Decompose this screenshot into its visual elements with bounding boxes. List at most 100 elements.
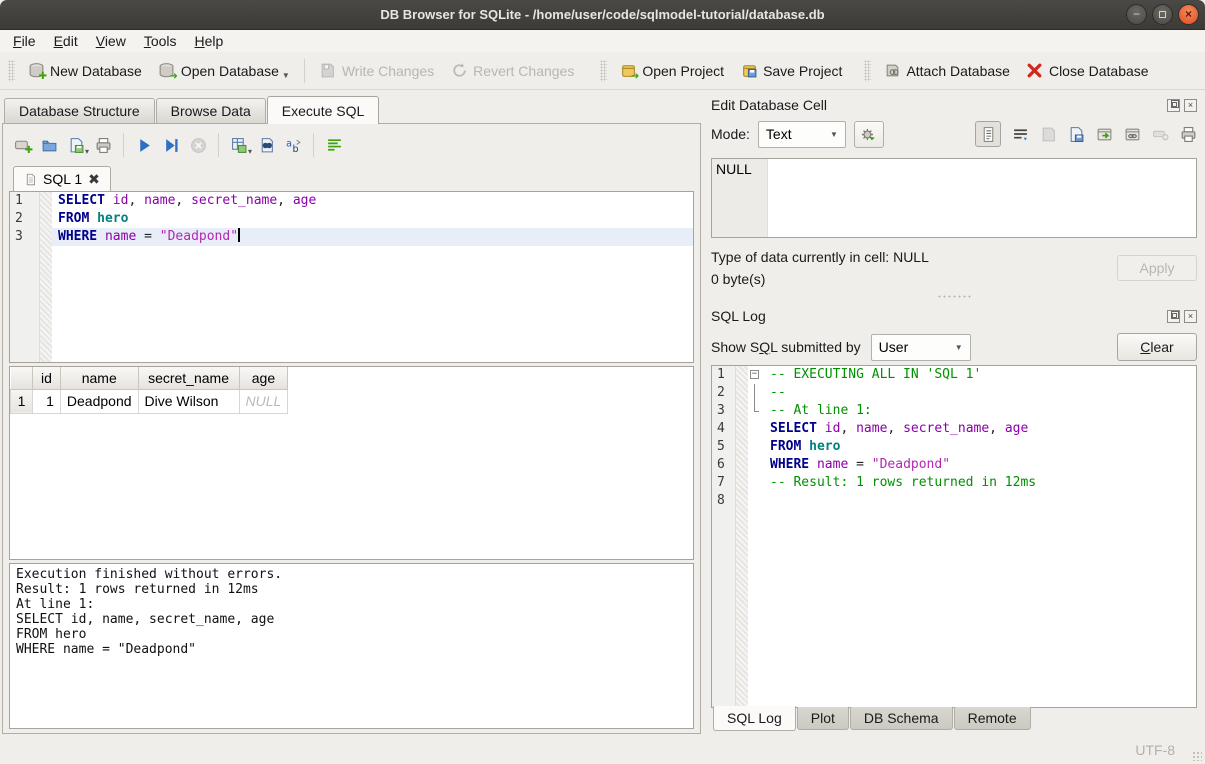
fold-margin-cell: [736, 420, 748, 438]
open-project-button[interactable]: ➜ Open Project: [611, 57, 732, 85]
menu-item-tools[interactable]: Tools: [135, 31, 186, 51]
code-line[interactable]: 6WHERE name = "Deadpond": [712, 456, 1196, 474]
table-cell[interactable]: Deadpond: [60, 389, 138, 413]
cell-value-gutter: NULL: [712, 159, 768, 237]
attach-database-icon: [883, 62, 901, 80]
fold-margin-cell: [736, 402, 748, 420]
minimize-button[interactable]: −: [1126, 4, 1147, 25]
table-cell[interactable]: 1: [33, 389, 61, 413]
word-wrap-icon[interactable]: [325, 136, 343, 154]
toolbar-handle[interactable]: [8, 60, 15, 82]
fold-marker[interactable]: [748, 384, 764, 402]
sql-doc-tab[interactable]: SQL 1 ✖: [13, 166, 111, 191]
tab-sql-log[interactable]: SQL Log: [713, 706, 796, 731]
tab-remote[interactable]: Remote: [954, 707, 1031, 730]
save-sql-file-icon[interactable]: ▾: [67, 136, 85, 154]
attach-database-button[interactable]: Attach Database: [875, 57, 1018, 85]
row-number-cell[interactable]: 1: [11, 389, 33, 413]
execute-current-line-icon[interactable]: [162, 136, 180, 154]
toolbar-handle[interactable]: [600, 60, 607, 82]
close-dock-icon[interactable]: ×: [1184, 99, 1197, 112]
print-cell-icon[interactable]: [1179, 125, 1197, 143]
code-line[interactable]: 3-- At line 1:: [712, 402, 1196, 420]
clear-log-button[interactable]: Clear: [1117, 333, 1197, 361]
main-area: Database Structure Browse Data Execute S…: [0, 90, 1205, 735]
fold-marker[interactable]: −: [748, 366, 764, 384]
word-wrap-cell-icon[interactable]: [1011, 125, 1029, 143]
float-dock-icon[interactable]: [1167, 310, 1180, 323]
code-line[interactable]: 7-- Result: 1 rows returned in 12ms: [712, 474, 1196, 492]
tab-db-schema[interactable]: DB Schema: [850, 707, 953, 730]
save-sql-dropdown-icon[interactable]: ▾: [85, 147, 89, 156]
tab-execute-sql[interactable]: Execute SQL: [267, 96, 380, 124]
sql-doc-tab-close-icon[interactable]: ✖: [88, 173, 100, 185]
titlebar[interactable]: DB Browser for SQLite - /home/user/code/…: [0, 0, 1205, 30]
dock-splitter[interactable]: [711, 290, 1197, 303]
code-line[interactable]: 1SELECT id, name, secret_name, age: [10, 192, 693, 210]
export-data-icon[interactable]: [1067, 125, 1085, 143]
maximize-button[interactable]: [1152, 4, 1173, 25]
column-header-age[interactable]: age: [239, 367, 288, 389]
find-replace-icon[interactable]: [257, 136, 275, 154]
fold-marker[interactable]: [748, 402, 764, 420]
line-number: 3: [10, 228, 40, 246]
line-number: 2: [10, 210, 40, 228]
toolbar-handle[interactable]: [864, 60, 871, 82]
sql-log-view[interactable]: 1−-- EXECUTING ALL IN 'SQL 1'2--3-- At l…: [711, 365, 1197, 708]
fold-margin-cell: [736, 492, 748, 510]
column-header-secret_name[interactable]: secret_name: [138, 367, 239, 389]
menu-item-edit[interactable]: Edit: [45, 31, 87, 51]
auto-mode-button[interactable]: [854, 121, 884, 148]
open-database-button[interactable]: ➜ Open Database ▼: [150, 57, 298, 85]
close-database-button[interactable]: Close Database: [1018, 57, 1157, 85]
menu-item-file[interactable]: File: [4, 31, 45, 51]
tab-browse-data[interactable]: Browse Data: [156, 98, 266, 123]
cell-value-editor[interactable]: NULL: [711, 158, 1197, 238]
tab-database-structure[interactable]: Database Structure: [4, 98, 155, 123]
new-sql-tab-icon[interactable]: ✚: [13, 136, 31, 154]
open-sql-file-icon[interactable]: [40, 136, 58, 154]
column-header-name[interactable]: name: [60, 367, 138, 389]
code-line[interactable]: 8: [712, 492, 1196, 510]
code-line[interactable]: 2--: [712, 384, 1196, 402]
row-number-header[interactable]: [11, 367, 33, 389]
save-results-icon[interactable]: ▾: [230, 136, 248, 154]
table-cell[interactable]: Dive Wilson: [138, 389, 239, 413]
close-button[interactable]: ×: [1178, 4, 1199, 25]
sql-toolbar: ✚ ▾: [9, 128, 694, 162]
save-results-dropdown-icon[interactable]: ▾: [248, 147, 252, 156]
execute-all-icon[interactable]: [135, 136, 153, 154]
format-sql-icon[interactable]: ab: [284, 136, 302, 154]
execute-sql-pane: ✚ ▾: [2, 123, 701, 734]
save-project-button[interactable]: Save Project: [732, 57, 850, 85]
cell-value-area[interactable]: [768, 159, 1196, 237]
revert-changes-icon: [450, 62, 468, 80]
code-line[interactable]: 2FROM hero: [10, 210, 693, 228]
code-line[interactable]: 5FROM hero: [712, 438, 1196, 456]
table-cell[interactable]: NULL: [239, 389, 288, 413]
menu-item-view[interactable]: View: [87, 31, 135, 51]
code-line[interactable]: 1−-- EXECUTING ALL IN 'SQL 1': [712, 366, 1196, 384]
copy-link-icon[interactable]: [1123, 125, 1141, 143]
new-database-button[interactable]: ✚ New Database: [19, 57, 150, 85]
resize-grip[interactable]: [1192, 751, 1202, 761]
sql-log-filter-select[interactable]: User ▼: [871, 334, 971, 361]
open-database-dropdown-icon[interactable]: ▼: [282, 71, 290, 80]
sql-editor[interactable]: 1SELECT id, name, secret_name, age2FROM …: [9, 191, 694, 363]
toolbar-separator: [304, 59, 305, 83]
column-header-id[interactable]: id: [33, 367, 61, 389]
mode-select[interactable]: Text ▼: [758, 121, 846, 148]
menu-item-help[interactable]: Help: [186, 31, 233, 51]
text-view-icon[interactable]: [975, 121, 1001, 147]
cell-info-row: Type of data currently in cell: NULL 0 b…: [711, 246, 1197, 290]
code-line[interactable]: 4SELECT id, name, secret_name, age: [712, 420, 1196, 438]
float-dock-icon[interactable]: [1167, 99, 1180, 112]
execution-message-box[interactable]: Execution finished without errors. Resul…: [9, 563, 694, 729]
tab-plot[interactable]: Plot: [797, 707, 849, 730]
code-line[interactable]: 3WHERE name = "Deadpond": [10, 228, 693, 246]
close-dock-icon[interactable]: ×: [1184, 310, 1197, 323]
print-sql-icon[interactable]: [94, 136, 112, 154]
open-external-icon[interactable]: [1095, 125, 1113, 143]
menu-bar: FileEditViewToolsHelp: [0, 30, 1205, 52]
open-project-icon: ➜: [619, 62, 637, 80]
